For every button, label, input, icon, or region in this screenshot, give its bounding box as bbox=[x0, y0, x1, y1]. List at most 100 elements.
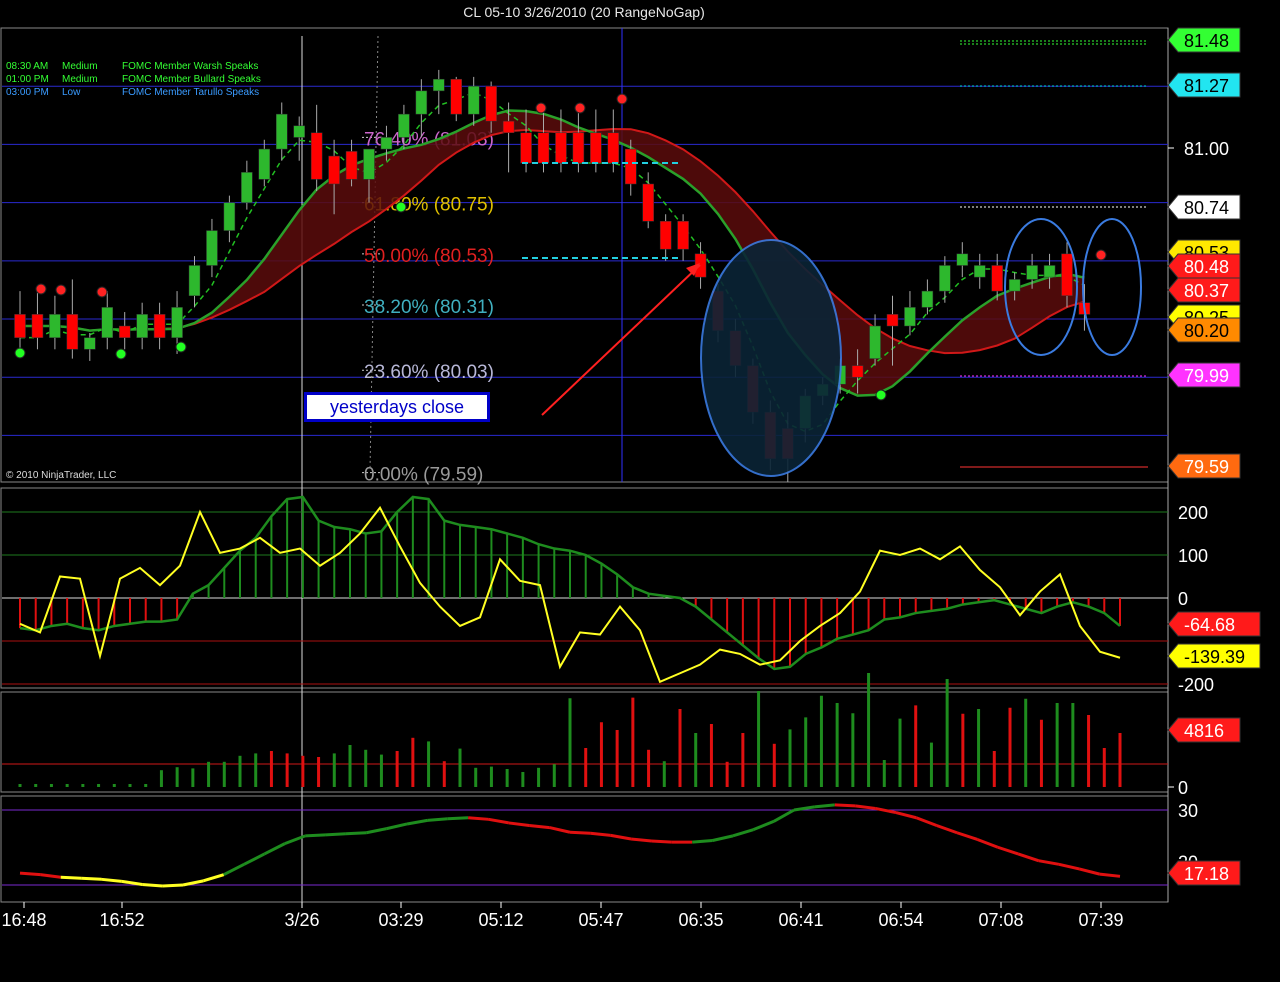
trend-line-segment bbox=[590, 831, 611, 837]
candle-body bbox=[415, 90, 428, 115]
candle-body bbox=[450, 78, 462, 115]
price-tag-label: 81.00 bbox=[1184, 139, 1229, 159]
osc-tag-label: -64.68 bbox=[1184, 615, 1235, 635]
candle-body bbox=[851, 365, 864, 378]
trend-line-segment bbox=[1017, 852, 1039, 863]
event-time: 03:00 PM bbox=[6, 87, 49, 98]
trend-line-segment bbox=[40, 873, 61, 879]
candle-body bbox=[1043, 265, 1056, 278]
fib-label: 23.60% (80.03) bbox=[364, 362, 494, 383]
volume-tick-label: 0 bbox=[1178, 778, 1188, 798]
trend-line-segment bbox=[488, 817, 510, 825]
signal-dot bbox=[574, 102, 586, 114]
candle-body bbox=[14, 314, 26, 338]
trend-line-segment bbox=[936, 824, 958, 835]
candle-body bbox=[136, 314, 148, 338]
chart-canvas: 76.40% (81.03)61.80% (80.75)50.00% (80.5… bbox=[0, 27, 1261, 930]
event-row: 03:00 PM Low FOMC Member Tarullo Speaks bbox=[6, 86, 261, 99]
ma-fast-line bbox=[20, 91, 1085, 433]
trend-line-segment bbox=[772, 808, 795, 823]
signal-dot bbox=[96, 286, 108, 298]
event-time: 01:00 PM bbox=[6, 74, 49, 85]
osc-tick-label: 100 bbox=[1178, 546, 1208, 566]
candle-body bbox=[607, 132, 620, 164]
yesterdays-close-box: yesterdays close bbox=[304, 392, 490, 422]
trend-line-segment bbox=[1058, 862, 1080, 871]
trend-line-segment bbox=[162, 883, 184, 888]
candle-body bbox=[258, 148, 271, 180]
trend-line-segment bbox=[834, 803, 856, 808]
candle-body bbox=[1061, 253, 1073, 296]
osc-tag-label: -139.39 bbox=[1184, 647, 1245, 667]
x-tick-label: 03:29 bbox=[378, 910, 423, 930]
economic-events: 08:30 AM Medium FOMC Member Warsh Speaks 0… bbox=[6, 60, 261, 99]
volume-tag-label: 4816 bbox=[1184, 721, 1224, 741]
trend-line-segment bbox=[325, 832, 347, 837]
signal-dot bbox=[616, 93, 628, 105]
trend-line-segment bbox=[365, 827, 387, 835]
fib-label: 0.00% (79.59) bbox=[364, 465, 483, 486]
x-tick-label: 16:52 bbox=[99, 910, 144, 930]
x-tick-label: 07:39 bbox=[1078, 910, 1123, 930]
price-tag-label: 81.48 bbox=[1184, 31, 1229, 51]
trend-line-segment bbox=[875, 806, 897, 815]
x-tick-label: 07:08 bbox=[978, 910, 1023, 930]
signal-dot bbox=[14, 347, 26, 359]
event-text: FOMC Member Tarullo Speaks bbox=[122, 87, 260, 98]
candle-body bbox=[293, 125, 305, 138]
event-row: 08:30 AM Medium FOMC Member Warsh Speaks bbox=[6, 60, 261, 73]
trend-line-segment bbox=[1099, 872, 1121, 878]
fib-label: 38.20% (80.31) bbox=[364, 297, 494, 318]
signal-dot bbox=[55, 284, 67, 296]
fib-label: 50.00% (80.53) bbox=[364, 246, 494, 267]
candle-body bbox=[345, 151, 358, 180]
candle-body bbox=[328, 155, 340, 185]
candle-body bbox=[398, 113, 410, 138]
trend-line-segment bbox=[610, 833, 632, 841]
candle-body bbox=[485, 85, 497, 122]
trend-line-segment bbox=[508, 821, 530, 828]
candle-body bbox=[31, 314, 44, 338]
trend-line-segment bbox=[447, 816, 469, 821]
trend-line-segment bbox=[997, 845, 1019, 856]
price-tag-label: 80.20 bbox=[1184, 321, 1229, 341]
event-text: FOMC Member Bullard Speaks bbox=[122, 74, 261, 85]
x-tick-label: 3/26 bbox=[284, 910, 319, 930]
annotation-arrow bbox=[541, 264, 701, 416]
candle-body bbox=[956, 253, 969, 266]
trend-line-segment bbox=[752, 819, 775, 832]
trend-line-segment bbox=[569, 830, 591, 835]
candle-body bbox=[974, 265, 986, 278]
candle-body bbox=[101, 307, 113, 338]
x-tick-label: 05:47 bbox=[578, 910, 623, 930]
candle-body bbox=[886, 314, 899, 327]
candle-body bbox=[991, 265, 1003, 292]
candle-body bbox=[206, 230, 218, 266]
candle-body bbox=[241, 172, 253, 203]
trend-line-segment bbox=[651, 839, 672, 844]
osc-tick-label: -200 bbox=[1178, 675, 1214, 695]
trend-line-segment bbox=[19, 871, 41, 877]
trend-line-segment bbox=[305, 833, 326, 838]
x-tick-label: 06:35 bbox=[678, 910, 723, 930]
highlight-ellipse bbox=[700, 239, 842, 477]
candle-body bbox=[502, 120, 515, 134]
candle-body bbox=[572, 132, 585, 164]
trend-line-segment bbox=[121, 879, 143, 886]
price-tag-label: 80.48 bbox=[1184, 257, 1229, 277]
trend-tick-label: 30 bbox=[1178, 801, 1198, 821]
candle-body bbox=[520, 132, 532, 164]
trend-line-segment bbox=[263, 842, 286, 856]
copyright: © 2010 NinjaTrader, LLC bbox=[6, 470, 117, 481]
candle-body bbox=[118, 325, 131, 338]
trend-line-segment bbox=[182, 879, 204, 887]
candle-body bbox=[153, 314, 166, 338]
candle-body bbox=[188, 265, 201, 296]
event-impact: Medium bbox=[62, 61, 98, 72]
trend-line-segment bbox=[223, 862, 245, 876]
candle-body bbox=[642, 183, 654, 222]
candle-body bbox=[310, 132, 323, 180]
trend-line-segment bbox=[712, 834, 734, 842]
trend-line-segment bbox=[895, 811, 917, 820]
trend-line-segment bbox=[915, 816, 938, 827]
